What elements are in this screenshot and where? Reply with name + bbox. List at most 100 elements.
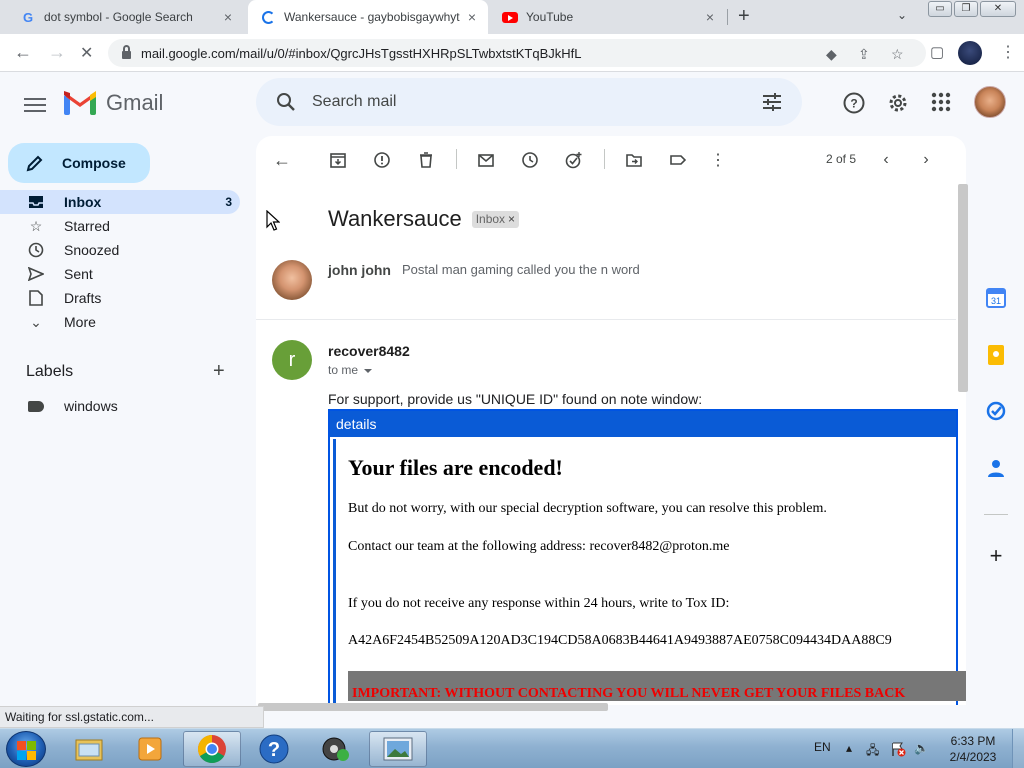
system-clock[interactable]: 6:33 PM 2/4/2023 <box>943 733 1003 765</box>
stop-loading-button[interactable]: ✕ <box>80 43 93 63</box>
address-bar[interactable]: mail.google.com/mail/u/0/#inbox/QgrcJHsT… <box>108 39 926 67</box>
taskbar-file-explorer[interactable] <box>60 731 118 767</box>
show-desktop-button[interactable] <box>1012 729 1024 768</box>
snooze-icon[interactable] <box>521 151 539 169</box>
vertical-scrollbar[interactable] <box>958 184 968 392</box>
search-input[interactable] <box>312 78 732 126</box>
support-icon[interactable]: ? <box>843 92 865 114</box>
tab-close-button[interactable]: × <box>706 9 714 25</box>
message-snippet[interactable]: Postal man gaming called you the n word <box>402 262 640 277</box>
taskbar-media-player[interactable] <box>121 731 179 767</box>
minimize-button[interactable]: ▭ <box>928 1 952 17</box>
restore-button[interactable]: ❐ <box>954 1 978 17</box>
older-thread-icon[interactable]: › <box>917 151 935 169</box>
taskbar-photo-viewer[interactable] <box>369 731 427 767</box>
nav-item-sent[interactable]: Sent <box>0 262 240 286</box>
pencil-icon <box>26 155 43 172</box>
back-button[interactable]: ← <box>14 42 32 63</box>
compose-button[interactable]: Compose <box>8 143 150 183</box>
settings-gear-icon[interactable] <box>887 92 909 114</box>
new-tab-button[interactable]: + <box>738 5 750 28</box>
side-panel: 31 + › <box>968 208 1024 768</box>
report-spam-icon[interactable] <box>373 151 391 169</box>
taskbar-help[interactable]: ? <box>245 731 303 767</box>
calendar-icon[interactable]: 31 <box>986 288 1006 308</box>
search-bar[interactable] <box>256 78 802 126</box>
search-icon[interactable] <box>276 92 296 112</box>
bookmark-star-icon[interactable]: ☆ <box>891 46 904 63</box>
message-sender[interactable]: john john <box>328 262 391 278</box>
label-item-windows[interactable]: windows <box>28 398 118 414</box>
nav-item-drafts[interactable]: Drafts <box>0 286 240 310</box>
tab-google-search[interactable]: G dot symbol - Google Search × <box>8 0 244 34</box>
nav-item-snoozed[interactable]: Snoozed <box>0 238 240 262</box>
google-apps-icon[interactable] <box>931 92 951 112</box>
get-addons-button[interactable]: + <box>986 543 1006 568</box>
message-sender[interactable]: recover8482 <box>328 343 410 359</box>
browser-menu-icon[interactable]: ⋮ <box>1000 42 1016 62</box>
label-name: windows <box>64 398 118 414</box>
sender-avatar[interactable] <box>272 260 312 300</box>
browser-toolbar: ← → ✕ mail.google.com/mail/u/0/#inbox/Qg… <box>0 34 1024 72</box>
horizontal-scrollbar[interactable] <box>258 703 608 711</box>
ransom-paragraph: But do not worry, with our special decry… <box>348 501 827 516</box>
mark-unread-icon[interactable] <box>477 151 495 169</box>
windows-taskbar: ? EN ▴ 🖧 🔈 6:33 PM 2/4/2023 <box>0 728 1024 768</box>
trash-icon[interactable] <box>417 151 435 169</box>
create-label-button[interactable]: + <box>213 360 225 383</box>
start-button[interactable] <box>6 731 46 767</box>
taskbar-chrome[interactable] <box>183 731 241 767</box>
chip-label: Inbox <box>475 211 506 226</box>
sender-avatar[interactable]: r <box>272 340 312 380</box>
move-to-icon[interactable] <box>625 151 643 169</box>
window-close-button[interactable]: ✕ <box>980 1 1016 17</box>
recipient-details-toggle[interactable]: to me <box>328 363 373 377</box>
back-to-inbox-icon[interactable]: ← <box>273 150 291 170</box>
forward-button[interactable]: → <box>48 42 66 63</box>
archive-icon[interactable] <box>329 151 347 169</box>
nav-item-more[interactable]: ⌄ More <box>0 310 240 334</box>
search-options-icon[interactable] <box>762 93 782 111</box>
taskbar-media-center[interactable] <box>307 731 365 767</box>
network-icon[interactable]: 🖧 <box>866 741 879 762</box>
account-avatar[interactable] <box>974 86 1006 118</box>
tab-search-dropdown[interactable]: ⌄ <box>897 8 907 22</box>
recipient-text: to me <box>328 363 359 377</box>
app-install-icon[interactable]: ◆ <box>826 46 837 63</box>
tasks-icon[interactable] <box>986 401 1006 421</box>
label-icon[interactable] <box>669 151 687 169</box>
help-icon: ? <box>259 734 289 764</box>
browser-profile-avatar[interactable] <box>958 41 982 65</box>
newer-thread-icon[interactable]: ‹ <box>877 151 895 169</box>
contacts-icon[interactable] <box>986 458 1006 478</box>
tab-close-button[interactable]: × <box>224 9 232 25</box>
action-center-flag-icon[interactable] <box>890 741 906 757</box>
keep-icon[interactable] <box>986 345 1006 365</box>
tab-title: YouTube <box>526 10 574 24</box>
nav-label: Sent <box>64 266 93 282</box>
side-panel-icon[interactable]: ▢ <box>930 43 944 61</box>
chevron-down-icon: ⌄ <box>30 313 42 330</box>
svg-text:?: ? <box>850 97 857 111</box>
volume-icon[interactable]: 🔈 <box>914 741 929 755</box>
more-options-icon[interactable]: ⋮ <box>709 151 727 169</box>
inbox-label-chip[interactable]: Inbox × <box>471 210 520 228</box>
tab-close-button[interactable]: × <box>468 9 476 25</box>
gmail-logo[interactable]: Gmail <box>64 90 163 116</box>
url-text[interactable]: mail.google.com/mail/u/0/#inbox/QgrcJHsT… <box>141 46 581 61</box>
nav-item-inbox[interactable]: Inbox 3 <box>0 190 240 214</box>
remove-label-icon[interactable]: × <box>508 212 515 226</box>
tab-gmail-thread[interactable]: Wankersauce - gaybobisgaywhyt × <box>248 0 488 34</box>
nav-item-starred[interactable]: ☆ Starred <box>0 214 240 238</box>
main-menu-icon[interactable] <box>24 94 46 116</box>
gmail-m-icon <box>64 91 96 115</box>
show-hidden-icons-icon[interactable]: ▴ <box>846 741 852 755</box>
thread-position: 2 of 5 <box>826 152 857 166</box>
subject-text: Wankersauce <box>328 206 462 231</box>
tab-title: Wankersauce - gaybobisgaywhyt <box>284 10 460 24</box>
tab-youtube[interactable]: YouTube × <box>490 0 726 34</box>
add-to-tasks-icon[interactable] <box>565 151 583 169</box>
input-language-indicator[interactable]: EN <box>814 740 831 754</box>
share-icon[interactable]: ⇪ <box>858 46 870 63</box>
youtube-icon <box>502 9 518 25</box>
